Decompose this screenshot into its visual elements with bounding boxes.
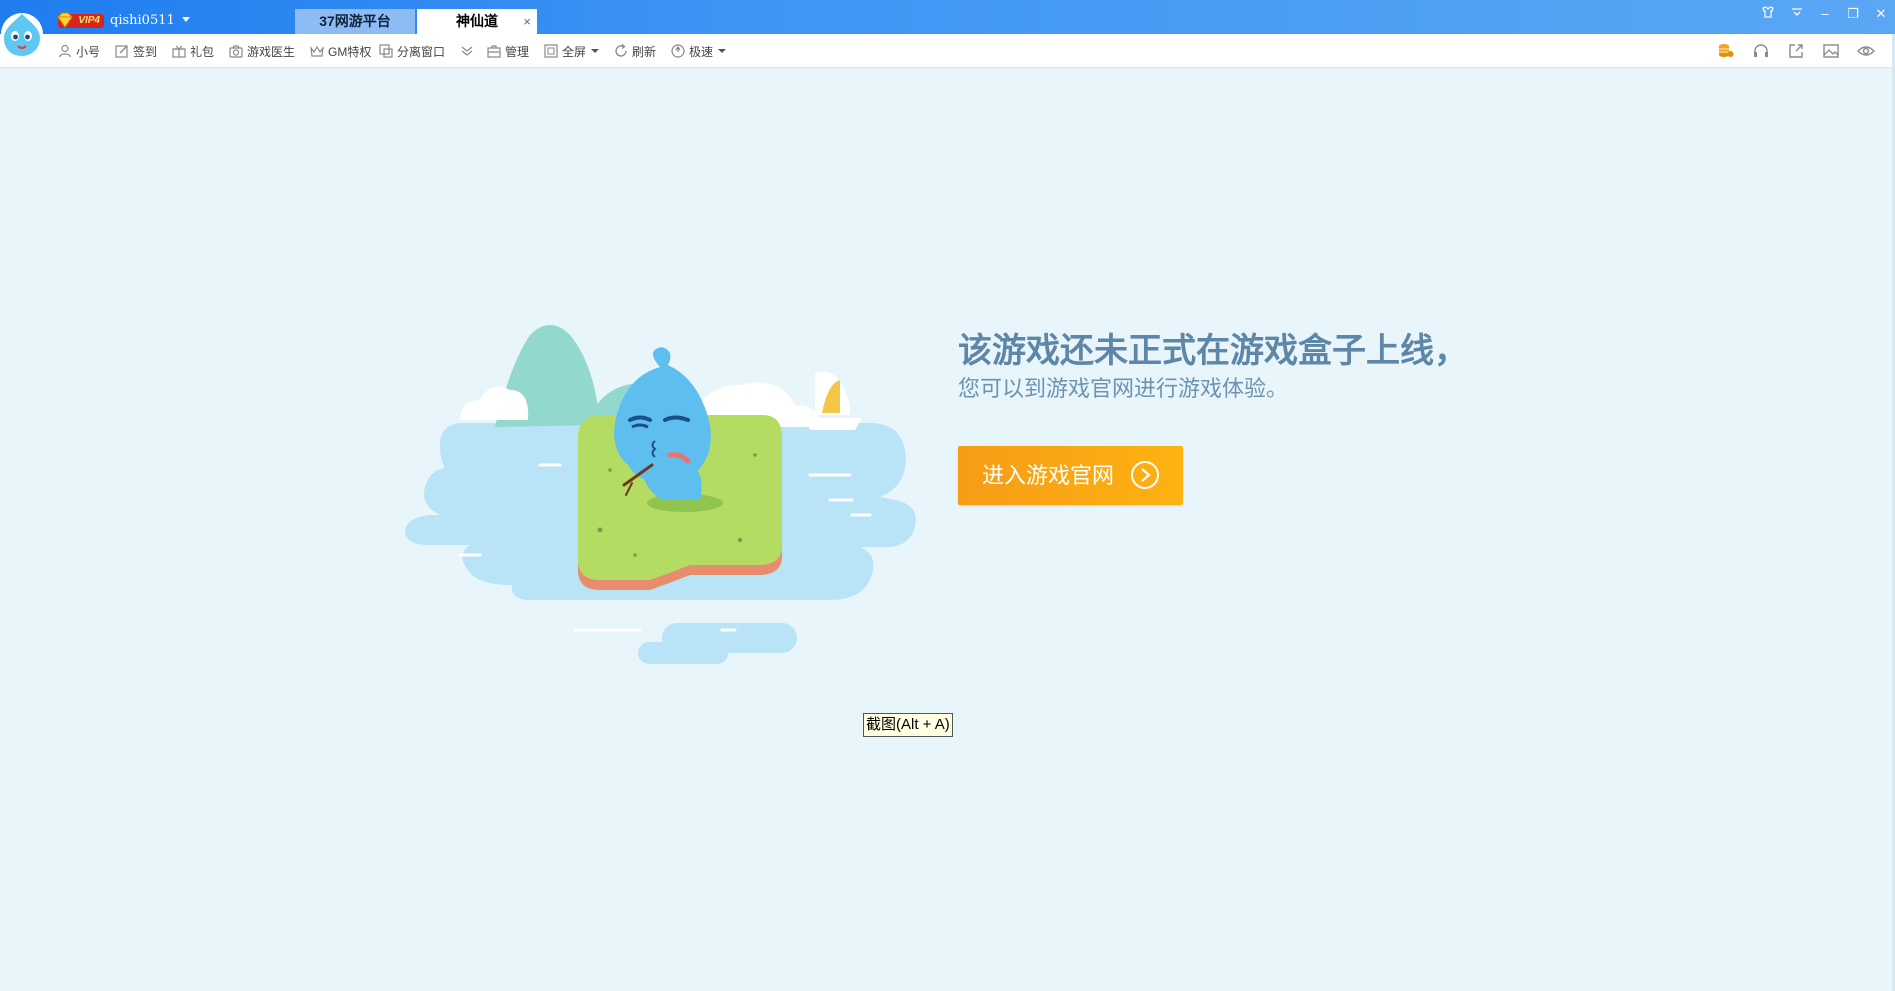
caret-down-icon — [591, 49, 600, 53]
user-icon — [58, 44, 72, 58]
toolbar-label: 极速 — [689, 44, 714, 59]
toolbar-more[interactable] — [460, 34, 478, 68]
tab-37-platform[interactable]: 37网游平台 — [295, 9, 415, 34]
toolbar-detach-window[interactable]: 分离窗口 — [379, 34, 445, 68]
edit-icon — [115, 45, 128, 58]
button-label: 进入游戏官网 — [982, 463, 1115, 488]
toolbar-label: 分离窗口 — [397, 44, 446, 59]
toolbar-gm-privilege[interactable]: GM特权 — [310, 34, 371, 68]
screenshot-tooltip: 截图(Alt + A) — [863, 713, 953, 737]
mascot-island-illustration — [405, 325, 916, 664]
share-icon[interactable] — [1787, 42, 1805, 60]
game-not-available-panel — [0, 68, 1895, 991]
diamond-icon — [57, 12, 73, 28]
caret-down-icon[interactable] — [182, 17, 190, 22]
tab-shenxiandao[interactable]: 神仙道 × — [417, 9, 537, 34]
eye-icon[interactable] — [1857, 42, 1875, 60]
camera-icon — [229, 45, 243, 58]
close-button[interactable]: ✕ — [1870, 4, 1892, 24]
speed-icon — [671, 44, 685, 58]
gift-icon — [172, 45, 186, 58]
toolbar-label: 小号 — [76, 44, 101, 59]
vip-label: VIP4 — [78, 15, 100, 26]
toolbar-label: 游戏医生 — [247, 44, 296, 59]
enter-official-site-button[interactable]: 进入游戏官网 — [958, 446, 1183, 505]
skin-icon[interactable] — [1757, 4, 1779, 24]
toolbar-manage[interactable]: 管理 — [487, 34, 529, 68]
vip-badge[interactable]: VIP4 — [57, 12, 104, 28]
crown-icon — [310, 45, 324, 57]
menu-icon[interactable] — [1786, 4, 1808, 24]
toolbar-fullscreen[interactable]: 全屏 — [544, 34, 600, 68]
toolbar-refresh[interactable]: 刷新 — [614, 34, 656, 68]
toolbar-checkin[interactable]: 签到 — [115, 34, 157, 68]
tab-close-icon[interactable]: × — [523, 9, 531, 34]
toolbar-speed[interactable]: 极速 — [671, 34, 727, 68]
username[interactable]: qishi0511 — [110, 12, 175, 30]
coins-icon[interactable] — [1717, 42, 1735, 60]
toolbar-label: 管理 — [505, 44, 530, 59]
subline: 您可以到游戏官网进行游戏体验。 — [958, 376, 1289, 401]
play-circle-icon — [1131, 461, 1159, 489]
toolbar: 小号 签到 礼包 游戏医生 GM特权 分离窗口 管理 全屏 刷新 极速 — [0, 34, 1895, 68]
caret-down-icon — [718, 49, 727, 53]
double-chevron-down-icon — [461, 46, 473, 56]
toolbar-alt-account[interactable]: 小号 — [58, 34, 100, 68]
toolbar-label: GM特权 — [328, 44, 372, 59]
window-icon — [379, 44, 393, 58]
toolbar-label: 礼包 — [190, 44, 215, 59]
title-bar: VIP4 qishi0511 37网游平台 神仙道 × – ❐ ✕ — [0, 0, 1895, 56]
toolbar-label: 签到 — [133, 44, 158, 59]
tab-label: 37网游平台 — [319, 13, 391, 29]
fullscreen-icon — [544, 44, 558, 58]
tab-label: 神仙道 — [456, 13, 498, 29]
headset-icon[interactable] — [1752, 42, 1770, 60]
toolbar-label: 刷新 — [632, 44, 657, 59]
toolbar-gift[interactable]: 礼包 — [172, 34, 214, 68]
restore-button[interactable]: ❐ — [1842, 4, 1864, 24]
mascot-logo-icon[interactable] — [0, 0, 46, 70]
refresh-icon — [615, 44, 627, 57]
toolbar-game-doctor[interactable]: 游戏医生 — [229, 34, 295, 68]
image-icon[interactable] — [1822, 42, 1840, 60]
toolbar-label: 全屏 — [562, 44, 587, 59]
minimize-button[interactable]: – — [1814, 4, 1836, 24]
briefcase-icon — [487, 45, 501, 58]
headline: 该游戏还未正式在游戏盒子上线， — [958, 332, 1468, 370]
